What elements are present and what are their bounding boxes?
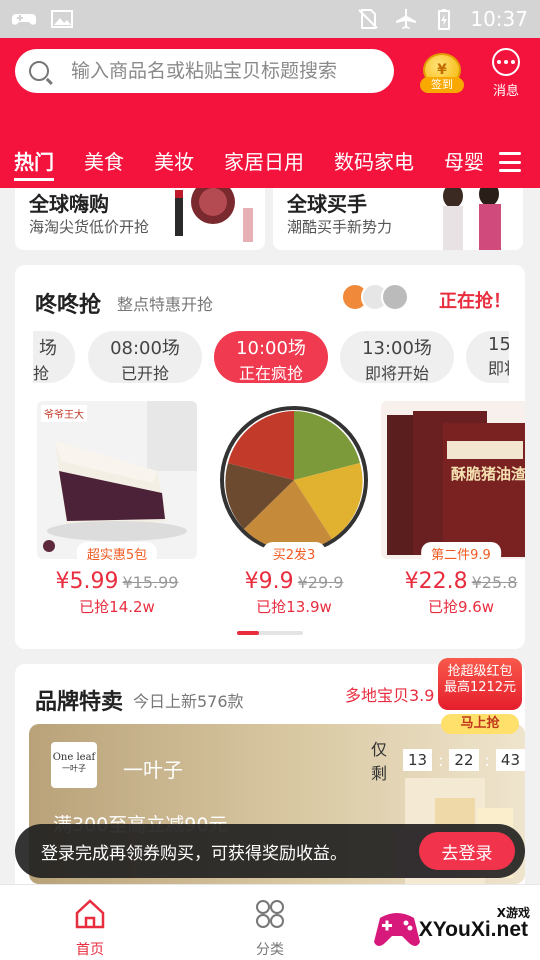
sign-in-label: 签到 — [420, 77, 464, 93]
product-price: ¥9.9 ¥29.9 — [244, 569, 344, 594]
product-tag: 第二件9.9 — [421, 542, 501, 565]
gamepad-icon — [12, 14, 36, 25]
login-button[interactable]: 去登录 — [419, 832, 515, 870]
flash-sale-subtitle: 整点特惠开抢 — [117, 295, 214, 314]
product-image: 爷爷王大 — [37, 401, 197, 559]
brand-sale-title: 品牌特卖 — [35, 690, 124, 715]
sign-in-button[interactable]: ¥ 签到 — [420, 53, 464, 97]
flash-sale-title: 咚咚抢 — [35, 293, 102, 318]
grab-now-button[interactable]: 马上抢 — [441, 714, 519, 734]
brand-logo: One leaf 一叶子 — [51, 742, 97, 788]
product-price: ¥22.8 ¥25.8 — [404, 569, 518, 594]
category-icon — [256, 900, 284, 928]
tab-home[interactable]: 家居日用 — [224, 148, 304, 184]
promo-subtitle: 海淘尖货低价开抢 — [29, 218, 150, 236]
battery-charging-icon — [438, 9, 451, 30]
messages-button[interactable]: 消息 — [486, 48, 526, 99]
gamepad-logo-icon — [374, 913, 420, 946]
no-sim-icon — [358, 9, 379, 29]
product-tag: 超实惠5包 — [76, 542, 158, 565]
search-input[interactable] — [71, 60, 371, 82]
promo-title: 全球嗨购 — [29, 192, 109, 216]
promo-subtitle: 潮酷买手新势力 — [287, 218, 393, 236]
pager-indicator — [237, 631, 259, 635]
red-packet-icon: 抢超级红包 最高1212元 — [438, 658, 522, 710]
promo-global-buyer[interactable]: 全球买手 潮酷买手新势力 — [273, 188, 523, 250]
tab-baby[interactable]: 母婴 — [444, 148, 484, 184]
category-tabs: 热门 美食 美妆 家居日用 数码家电 母婴 — [0, 148, 500, 188]
nav-category[interactable]: 分类 — [230, 897, 310, 959]
tab-hot[interactable]: 热门 — [14, 148, 54, 184]
search-icon — [29, 61, 49, 81]
cosmetics-image — [175, 188, 253, 242]
product-price: ¥5.99 ¥15.99 — [55, 569, 179, 594]
login-toast: 登录完成再领券购买，可获得奖励收益。 去登录 — [15, 824, 525, 878]
sold-count: 已抢9.6w — [427, 598, 495, 616]
status-bar: 10:37 — [0, 0, 540, 38]
original-price: ¥25.8 — [471, 573, 518, 592]
session-pill[interactable]: 场 抢 — [33, 331, 75, 383]
toast-text: 登录完成再领券购买，可获得奖励收益。 — [41, 843, 347, 864]
tab-digital[interactable]: 数码家电 — [334, 148, 414, 184]
airplane-icon — [396, 9, 417, 29]
status-time: 10:37 — [470, 7, 528, 31]
home-icon — [75, 899, 105, 929]
product-tag: 买2发3 — [262, 542, 326, 565]
red-packet-widget[interactable]: 抢超级红包 最高1212元 马上抢 — [438, 658, 522, 736]
watermark: X游戏 XYouXi.net — [368, 894, 538, 958]
messages-label: 消息 — [492, 84, 519, 99]
pack-label: 酥脆猪油渣 — [451, 465, 525, 483]
nav-home-label: 首页 — [76, 942, 104, 958]
product-image: 酥脆猪油渣 — [381, 401, 525, 559]
promo-global-buy[interactable]: 全球嗨购 海淘尖货低价开抢 — [15, 188, 265, 250]
promo-title: 全球买手 — [287, 192, 367, 216]
product-card[interactable]: 爷爷王大 超实惠5包 ¥5.99 ¥15.99 已抢14.2w — [37, 401, 197, 617]
product-card[interactable]: 酥脆猪油渣 第二件9.9 ¥22.8 ¥25.8 已抢9.6w — [381, 401, 525, 617]
brand-sale-subtitle: 今日上新576款 — [133, 692, 244, 711]
tab-food[interactable]: 美食 — [84, 148, 124, 184]
flash-sale-card: 咚咚抢 整点特惠开抢 正在抢！ 场 抢 08:00场 已开抢 10:00场 正在… — [15, 265, 525, 649]
menu-icon[interactable] — [499, 152, 521, 172]
original-price: ¥15.99 — [122, 573, 179, 592]
carousel-pager — [237, 631, 303, 635]
models-image — [443, 188, 501, 250]
sold-count: 已抢14.2w — [79, 598, 155, 616]
product-card[interactable]: 买2发3 ¥9.9 ¥29.9 已抢13.9w — [214, 401, 374, 617]
sold-count: 已抢13.9w — [256, 598, 332, 616]
brand-name: 一叶子 — [123, 758, 183, 782]
tab-beauty[interactable]: 美妆 — [154, 148, 194, 184]
nav-category-label: 分类 — [256, 942, 284, 958]
nav-home[interactable]: 首页 — [50, 897, 130, 959]
session-pill[interactable]: 08:00场 已开抢 — [88, 331, 202, 383]
original-price: ¥29.9 — [297, 573, 344, 592]
brand-more-link[interactable]: 多地宝贝3.9 — [345, 682, 434, 706]
product-image — [214, 401, 374, 559]
brand-label: 爷爷王大 — [41, 405, 87, 422]
search-bar[interactable] — [15, 49, 394, 93]
message-icon — [492, 48, 520, 76]
session-pill-active[interactable]: 10:00场 正在疯抢 — [214, 331, 328, 383]
product-clip: 酥脆猪油渣 第二件9.9 ¥22.8 ¥25.8 已抢9.6w — [381, 265, 525, 649]
image-icon — [51, 10, 73, 28]
